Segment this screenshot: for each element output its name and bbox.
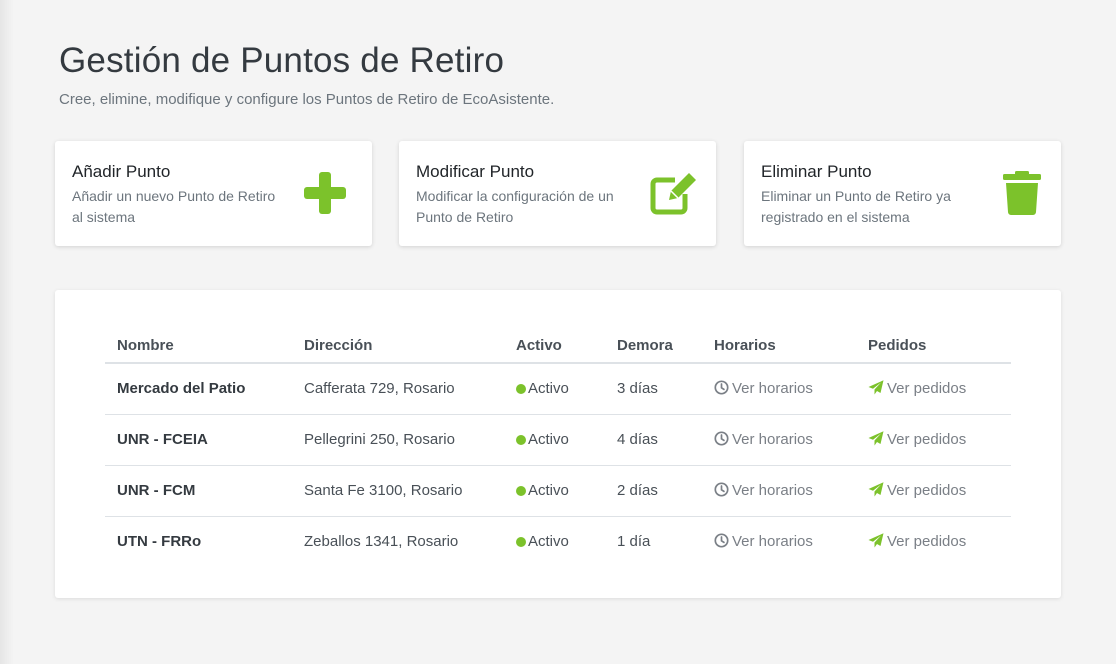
edit-icon <box>649 170 699 221</box>
point-delay: 4 días <box>605 414 702 466</box>
point-address: Zeballos 1341, Rosario <box>304 533 459 551</box>
view-schedule-link[interactable]: Ver horarios <box>714 380 813 397</box>
page-header: Gestión de Puntos de Retiro Cree, elimin… <box>59 40 554 110</box>
header-activo: Activo <box>504 320 605 364</box>
table-header-row: Nombre Dirección Activo Demora Horarios … <box>105 320 1011 364</box>
point-active: Activo <box>504 414 605 466</box>
header-pedidos: Pedidos <box>856 320 1011 364</box>
status-dot-icon <box>516 537 526 548</box>
view-schedule-link[interactable]: Ver horarios <box>714 482 813 499</box>
view-schedule-label: Ver horarios <box>732 431 813 448</box>
points-table-panel: Nombre Dirección Activo Demora Horarios … <box>55 290 1061 598</box>
point-delay: 3 días <box>605 363 702 415</box>
modify-point-description: Modificar la configuración de un Punto d… <box>416 188 614 225</box>
page-title: Gestión de Puntos de Retiro <box>59 41 505 80</box>
clock-icon <box>714 533 729 548</box>
view-orders-link[interactable]: Ver pedidos <box>868 482 966 499</box>
point-active: Activo <box>504 363 605 415</box>
delete-point-description: Eliminar un Punto de Retiro ya registrad… <box>761 188 951 225</box>
view-schedule-label: Ver horarios <box>732 533 813 551</box>
schedule-cell: Ver horarios <box>702 363 856 415</box>
page-subtitle: Cree, elimine, modifique y configure los… <box>59 91 555 108</box>
trash-icon <box>1003 171 1041 220</box>
point-active: Activo <box>504 465 605 517</box>
orders-cell: Ver pedidos <box>856 516 1011 567</box>
point-delay: 1 día <box>617 533 651 551</box>
orders-cell: Ver pedidos <box>856 465 1011 517</box>
status-dot-icon <box>516 435 526 445</box>
add-point-description: Añadir un nuevo Punto de Retiro al siste… <box>72 188 276 225</box>
paper-plane-icon <box>868 380 884 395</box>
paper-plane-icon <box>868 533 884 548</box>
header-demora: Demora <box>605 320 702 364</box>
orders-cell: Ver pedidos <box>856 414 1011 466</box>
point-name: UNR - FCM <box>105 465 292 517</box>
point-address: Santa Fe 3100, Rosario <box>292 465 504 517</box>
action-cards: Añadir Punto Añadir un nuevo Punto de Re… <box>55 141 1061 246</box>
add-point-title: Añadir Punto <box>72 162 171 181</box>
active-label: Activo <box>528 533 569 551</box>
view-schedule-label: Ver horarios <box>732 482 813 499</box>
point-name: Mercado del Patio <box>105 363 292 415</box>
point-name: UNR - FCEIA <box>105 414 292 466</box>
header-nombre: Nombre <box>105 320 292 364</box>
status-dot-icon <box>516 486 526 496</box>
view-schedule-link[interactable]: Ver horarios <box>714 431 813 448</box>
table-row: Mercado del Patio Cafferata 729, Rosario… <box>105 363 1011 415</box>
delete-point-card[interactable]: Eliminar Punto Eliminar un Punto de Reti… <box>744 141 1061 246</box>
point-active: Activo <box>504 516 605 567</box>
schedule-cell: Ver horarios <box>702 516 856 567</box>
view-orders-link[interactable]: Ver pedidos <box>868 533 966 550</box>
schedule-cell: Ver horarios <box>702 414 856 466</box>
sidebar-edge-shadow <box>0 0 14 664</box>
point-name: UTN - FRRo <box>117 533 202 551</box>
schedule-cell: Ver horarios <box>702 465 856 517</box>
view-orders-label: Ver pedidos <box>887 533 967 551</box>
point-address: Cafferata 729, Rosario <box>292 363 504 415</box>
header-direccion: Dirección <box>292 320 504 364</box>
view-schedule-link[interactable]: Ver horarios <box>714 533 813 550</box>
table-row: UTN - FRRo Zeballos 1341, Rosario Activo… <box>105 516 1011 567</box>
add-point-card[interactable]: Añadir Punto Añadir un nuevo Punto de Re… <box>55 141 372 246</box>
paper-plane-icon <box>868 482 884 497</box>
table-row: UNR - FCM Santa Fe 3100, Rosario Activo … <box>105 465 1011 517</box>
active-label: Activo <box>528 431 569 448</box>
point-address: Pellegrini 250, Rosario <box>292 414 504 466</box>
view-orders-link[interactable]: Ver pedidos <box>868 380 966 397</box>
clock-icon <box>714 380 729 395</box>
clock-icon <box>714 482 729 497</box>
modify-point-card[interactable]: Modificar Punto Modificar la configuraci… <box>399 141 716 246</box>
orders-cell: Ver pedidos <box>856 363 1011 415</box>
status-dot-icon <box>516 384 526 395</box>
paper-plane-icon <box>868 431 884 446</box>
points-table: Nombre Dirección Activo Demora Horarios … <box>105 320 1011 567</box>
point-delay: 2 días <box>605 465 702 517</box>
delete-point-title: Eliminar Punto <box>761 162 872 181</box>
active-label: Activo <box>528 380 569 398</box>
view-orders-label: Ver pedidos <box>887 482 967 499</box>
header-horarios: Horarios <box>702 320 856 364</box>
table-row: UNR - FCEIA Pellegrini 250, Rosario Acti… <box>105 414 1011 466</box>
view-orders-link[interactable]: Ver pedidos <box>868 431 966 448</box>
active-label: Activo <box>528 482 569 499</box>
view-schedule-label: Ver horarios <box>732 380 813 398</box>
plus-icon <box>304 172 346 219</box>
clock-icon <box>714 431 729 446</box>
modify-point-title: Modificar Punto <box>416 162 535 181</box>
view-orders-label: Ver pedidos <box>887 380 967 398</box>
view-orders-label: Ver pedidos <box>887 431 967 448</box>
